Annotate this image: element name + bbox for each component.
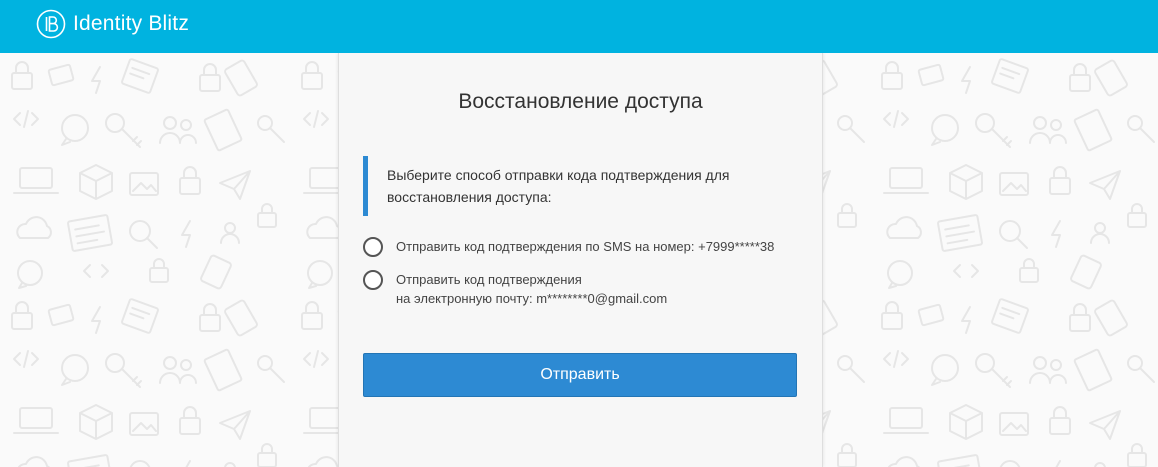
identity-blitz-logo-icon (36, 9, 66, 39)
top-header: Identity Blitz (0, 0, 1158, 53)
email-radio-button[interactable] (363, 270, 383, 290)
sms-radio-button[interactable] (363, 237, 383, 257)
sms-option-text: Отправить код подтверждения по SMS на но… (396, 239, 775, 254)
info-callout: Выберите способ отправки кода подтвержде… (363, 156, 773, 216)
page-title: Восстановление доступа (458, 90, 703, 113)
email-option-text-line1: Отправить код подтверждения (396, 272, 582, 287)
email-option-text-line2: на электронную почту: m********0@gmail.c… (396, 291, 668, 306)
brand-name: Identity Blitz (73, 12, 190, 35)
option-email[interactable]: Отправить код подтверждения на электронн… (363, 270, 667, 308)
option-sms[interactable]: Отправить код подтверждения по SMS на но… (363, 237, 774, 257)
brand-logo[interactable]: Identity Blitz (36, 9, 189, 39)
email-option-label: Отправить код подтверждения на электронн… (396, 270, 667, 308)
info-text: Выберите способ отправки кода подтвержде… (387, 167, 730, 205)
submit-button[interactable]: Отправить (363, 353, 797, 397)
access-recovery-card: Восстановление доступа Выберите способ о… (338, 53, 823, 467)
sms-option-label: Отправить код подтверждения по SMS на но… (396, 237, 774, 256)
